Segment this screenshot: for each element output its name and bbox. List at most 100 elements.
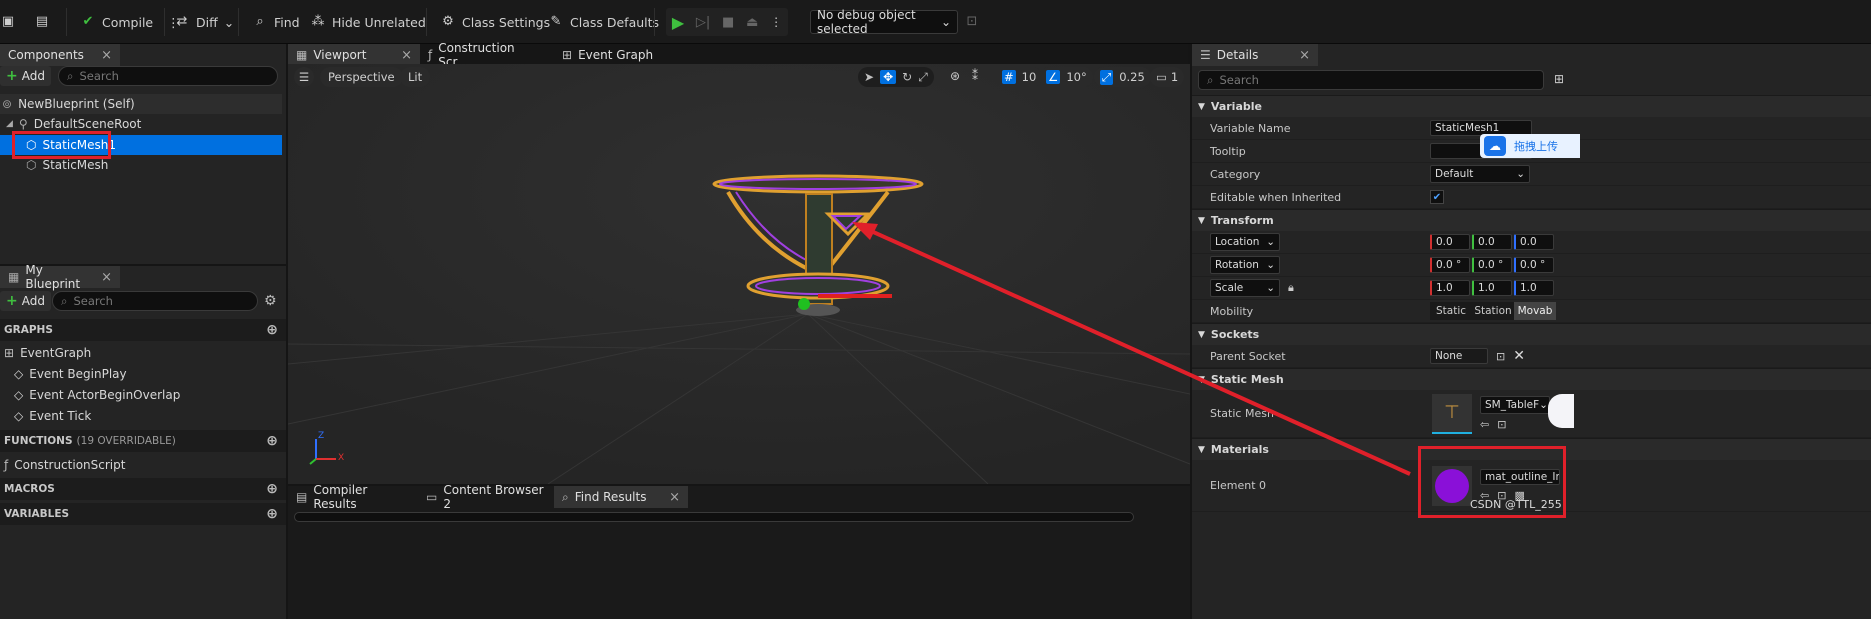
tab-details[interactable]: ☰ Details ×	[1192, 44, 1318, 66]
rotation-x-input[interactable]: 0.0 °	[1430, 257, 1470, 273]
static-mesh-thumbnail[interactable]: ⊤	[1432, 393, 1472, 434]
surface-snap-icon[interactable]: ⁑	[972, 69, 978, 83]
my-blueprint-search-input[interactable]: ⌕ Search	[52, 291, 258, 311]
component-root[interactable]: ⊚ NewBlueprint (Self)	[0, 94, 282, 114]
class-settings-button[interactable]: ⚙ Class Settings	[440, 8, 550, 36]
diff-button[interactable]: ⇄ Diff ⌄	[174, 8, 235, 36]
scale-tool-icon[interactable]: ⤢	[918, 70, 928, 85]
move-tool-icon[interactable]: ✥	[880, 70, 897, 84]
tab-find-results[interactable]: ⌕ Find Results ×	[554, 486, 688, 508]
axis-z-label: Z	[318, 431, 325, 441]
tab-viewport[interactable]: ▦ Viewport ×	[288, 44, 420, 66]
use-selected-icon[interactable]: ⇦	[1480, 418, 1489, 431]
gear-icon[interactable]: ⚙	[264, 293, 277, 309]
variables-section-header[interactable]: VARIABLES ⊕	[0, 503, 286, 525]
scale-z-input[interactable]: 1.0	[1514, 280, 1554, 296]
functions-section-header[interactable]: FUNCTIONS (19 OVERRIDABLE) ⊕	[0, 430, 286, 452]
rotation-select[interactable]: Rotation ⌄	[1210, 256, 1280, 274]
variable-section-header[interactable]: ▼ Variable	[1192, 95, 1871, 117]
add-member-button[interactable]: + Add	[0, 291, 51, 311]
browse-asset-icon[interactable]: ⊡	[1497, 418, 1506, 431]
play-icon[interactable]: ▶	[672, 13, 684, 32]
search-icon: ⌕	[61, 293, 68, 308]
rotation-z-input[interactable]: 0.0 °	[1514, 257, 1554, 273]
graph-icon: ⊞	[4, 346, 15, 360]
mobility-movable-option[interactable]: Movab	[1514, 302, 1556, 320]
lit-button[interactable]: Lit	[400, 67, 431, 87]
rotation-snap-button[interactable]: ∠ 10°	[1040, 67, 1093, 87]
tab-construction-script[interactable]: ƒ Construction Scr...	[420, 41, 554, 69]
editable-checkbox[interactable]: ✔	[1430, 190, 1444, 204]
location-x-input[interactable]: 0.0	[1430, 234, 1470, 250]
world-local-icon[interactable]: ⊛	[950, 69, 960, 83]
close-icon[interactable]: ×	[1299, 48, 1310, 63]
viewport-menu-button[interactable]: ☰	[294, 67, 314, 87]
clear-icon[interactable]: ✕	[1513, 348, 1525, 364]
step-icon[interactable]: ▷|	[696, 15, 710, 30]
rotate-tool-icon[interactable]: ↻	[902, 70, 912, 84]
add-component-button[interactable]: + Add	[0, 66, 51, 86]
components-search-input[interactable]: ⌕ Search	[58, 66, 278, 86]
select-tool-icon[interactable]: ➤	[864, 70, 874, 84]
event-item[interactable]: ◇ Event Tick	[14, 406, 91, 426]
find-button[interactable]: ⌕ Find	[252, 8, 299, 36]
graphs-section-header[interactable]: GRAPHS ⊕	[0, 319, 286, 341]
tab-compiler-results[interactable]: ▤ Compiler Results	[288, 483, 418, 511]
camera-speed-button[interactable]: ▭ 1	[1150, 67, 1185, 87]
details-search-input[interactable]: ⌕ Search	[1198, 70, 1544, 90]
upload-badge[interactable]: ☁ 拖拽上传	[1480, 134, 1580, 158]
event-item[interactable]: ◇ Event BeginPlay	[14, 364, 127, 384]
tab-components[interactable]: Components ×	[0, 44, 120, 66]
debug-filter-button[interactable]: ⊡	[964, 8, 980, 36]
scale-select[interactable]: Scale ⌄	[1210, 279, 1280, 297]
mobility-stationary-option[interactable]: Station	[1472, 302, 1514, 320]
perspective-button[interactable]: Perspective	[320, 67, 403, 87]
transform-section-header[interactable]: ▼ Transform	[1192, 209, 1871, 231]
tab-my-blueprint[interactable]: ▦ My Blueprint ×	[0, 263, 120, 291]
close-icon[interactable]: ×	[669, 490, 680, 505]
close-icon[interactable]: ×	[101, 48, 112, 63]
event-label: Event Tick	[29, 409, 92, 423]
add-graph-icon[interactable]: ⊕	[266, 322, 278, 338]
tab-content-browser[interactable]: ▭ Content Browser 2	[418, 483, 554, 511]
eject-icon[interactable]: ⏏	[746, 15, 758, 30]
add-function-icon[interactable]: ⊕	[266, 433, 278, 449]
add-variable-icon[interactable]: ⊕	[266, 506, 278, 522]
mobility-static-option[interactable]: Static	[1430, 302, 1472, 320]
construction-script-item[interactable]: ƒ ConstructionScript	[4, 455, 125, 475]
browse-button[interactable]: ▤	[34, 8, 50, 36]
viewport[interactable]: Z X ☰ Perspective Lit ➤ ✥ ↻ ⤢ ⊛ ⁑ # 10 ∠…	[288, 64, 1190, 484]
event-graph-item[interactable]: ⊞ EventGraph	[4, 343, 91, 363]
scale-y-input[interactable]: 1.0	[1472, 280, 1512, 296]
macros-section-header[interactable]: MACROS ⊕	[0, 478, 286, 500]
rotation-y-input[interactable]: 0.0 °	[1472, 257, 1512, 273]
static-mesh-section-header[interactable]: ▼ Static Mesh	[1192, 368, 1871, 390]
grid-snap-button[interactable]: # 10	[996, 67, 1043, 87]
add-macro-icon[interactable]: ⊕	[266, 481, 278, 497]
find-results-search-input[interactable]	[294, 512, 1134, 522]
component-item-staticmesh[interactable]: ⬡ StaticMesh	[26, 155, 108, 175]
tab-event-graph[interactable]: ⊞ Event Graph	[554, 44, 684, 66]
parent-socket-value[interactable]: None	[1430, 348, 1488, 364]
play-options-icon[interactable]: ⋮	[770, 15, 782, 29]
class-defaults-button[interactable]: ✎ Class Defaults	[548, 8, 660, 36]
location-select[interactable]: Location ⌄	[1210, 233, 1280, 251]
event-item[interactable]: ◇ Event ActorBeginOverlap	[14, 385, 180, 405]
debug-object-select[interactable]: No debug object selected ⌄	[810, 8, 958, 36]
static-mesh-select[interactable]: SM_TableF ⌄	[1480, 396, 1550, 414]
property-matrix-icon[interactable]: ⊞	[1554, 72, 1564, 86]
stop-icon[interactable]: ■	[722, 15, 734, 30]
hide-unrelated-button[interactable]: ⁂ Hide Unrelated	[310, 8, 426, 36]
category-select[interactable]: Default ⌄	[1430, 165, 1530, 183]
location-z-input[interactable]: 0.0	[1514, 234, 1554, 250]
close-icon[interactable]: ×	[401, 48, 412, 63]
browse-socket-icon[interactable]: ⊡	[1496, 350, 1505, 363]
scale-snap-button[interactable]: ⤢ 0.25	[1094, 67, 1151, 87]
sockets-section-header[interactable]: ▼ Sockets	[1192, 323, 1871, 345]
floating-assistant-button[interactable]	[1548, 394, 1574, 428]
location-y-input[interactable]: 0.0	[1472, 234, 1512, 250]
lock-icon[interactable]: 🔒︎	[1288, 281, 1294, 295]
scale-x-input[interactable]: 1.0	[1430, 280, 1470, 296]
close-icon[interactable]: ×	[101, 270, 112, 285]
save-button[interactable]: ▣	[0, 8, 16, 36]
